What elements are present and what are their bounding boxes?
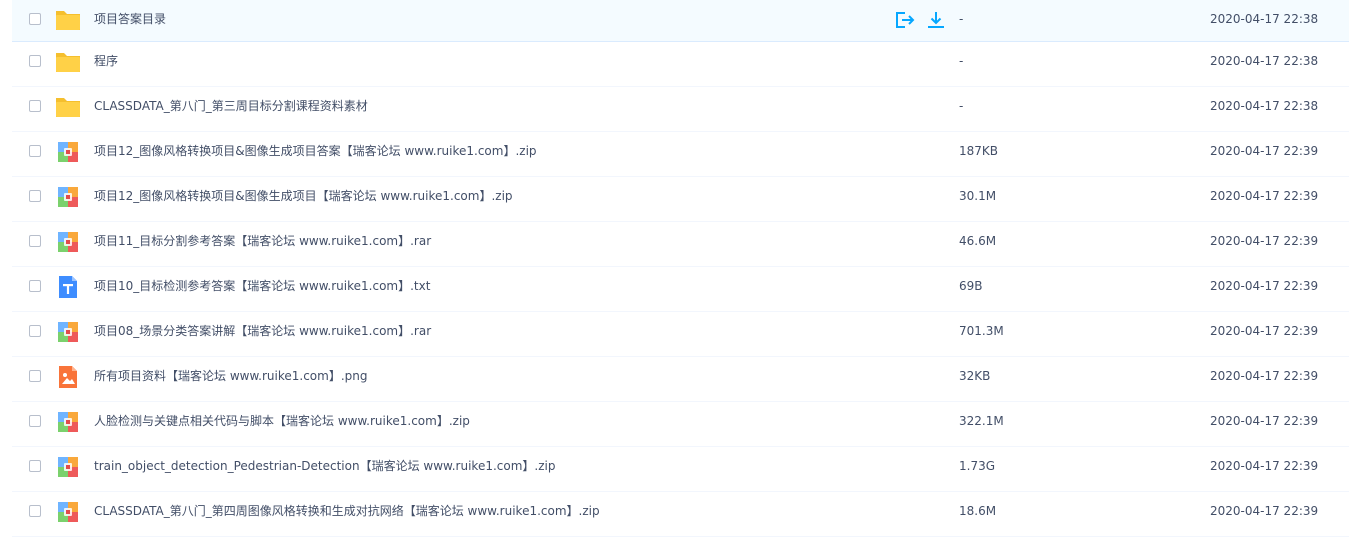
file-row[interactable]: CLASSDATA_第八门_第三周目标分割课程资料素材 - 2020-04-17 2… (12, 87, 1349, 132)
file-modified-date: 2020-04-17 22:39 (1210, 369, 1319, 383)
file-size: 18.6M (959, 504, 997, 518)
file-size: 46.6M (959, 234, 997, 248)
file-name-link[interactable]: 人脸检测与关键点相关代码与脚本【瑞客论坛 www.ruike1.com】.zip (94, 402, 470, 441)
file-list: 项目答案目录 - 2020-04-17 22:38 程序 - 2020-04-17 2… (12, 0, 1349, 537)
file-modified-date: 2020-04-17 22:39 (1210, 504, 1319, 518)
file-size: 187KB (959, 144, 999, 158)
archive-icon (55, 229, 81, 255)
file-size: 701.3M (959, 324, 1004, 338)
archive-icon (55, 319, 81, 345)
select-checkbox[interactable] (29, 235, 41, 247)
file-size: 32KB (959, 369, 991, 383)
file-row[interactable]: 项目答案目录 - 2020-04-17 22:38 (12, 0, 1349, 42)
file-modified-date: 2020-04-17 22:38 (1210, 12, 1319, 26)
file-row[interactable]: 项目08_场景分类答案讲解【瑞客论坛 www.ruike1.com】.rar 70… (12, 312, 1349, 357)
file-name-link[interactable]: train_object_detection_Pedestrian-Detect… (94, 447, 555, 486)
file-name-link[interactable]: 项目12_图像风格转换项目&图像生成项目【瑞客论坛 www.ruike1.com… (94, 177, 513, 216)
file-row[interactable]: 人脸检测与关键点相关代码与脚本【瑞客论坛 www.ruike1.com】.zip… (12, 402, 1349, 447)
select-checkbox[interactable] (29, 55, 41, 67)
file-row[interactable]: 所有项目资料【瑞客论坛 www.ruike1.com】.png 32KB 2020-… (12, 357, 1349, 402)
archive-icon (55, 499, 81, 525)
select-checkbox[interactable] (29, 505, 41, 517)
select-checkbox[interactable] (29, 415, 41, 427)
folder-icon (55, 94, 81, 120)
file-row[interactable]: 程序 - 2020-04-17 22:38 (12, 42, 1349, 87)
file-row[interactable]: 项目12_图像风格转换项目&图像生成项目【瑞客论坛 www.ruike1.com… (12, 177, 1349, 222)
select-checkbox[interactable] (29, 100, 41, 112)
file-modified-date: 2020-04-17 22:39 (1210, 414, 1319, 428)
select-checkbox[interactable] (29, 13, 41, 25)
file-modified-date: 2020-04-17 22:39 (1210, 279, 1319, 293)
file-size: 322.1M (959, 414, 1004, 428)
file-size: - (959, 54, 964, 68)
file-name-link[interactable]: 项目10_目标检测参考答案【瑞客论坛 www.ruike1.com】.txt (94, 267, 430, 306)
file-name-link[interactable]: CLASSDATA_第八门_第三周目标分割课程资料素材 (94, 87, 368, 126)
archive-icon (55, 139, 81, 165)
file-name-link[interactable]: 所有项目资料【瑞客论坛 www.ruike1.com】.png (94, 357, 367, 396)
file-modified-date: 2020-04-17 22:39 (1210, 144, 1319, 158)
file-row[interactable]: 项目12_图像风格转换项目&图像生成项目答案【瑞客论坛 www.ruike1.c… (12, 132, 1349, 177)
select-checkbox[interactable] (29, 325, 41, 337)
file-size: 1.73G (959, 459, 996, 473)
file-row[interactable]: train_object_detection_Pedestrian-Detect… (12, 447, 1349, 492)
archive-icon (55, 409, 81, 435)
file-size: 69B (959, 279, 983, 293)
file-modified-date: 2020-04-17 22:39 (1210, 234, 1319, 248)
select-checkbox[interactable] (29, 280, 41, 292)
file-modified-date: 2020-04-17 22:38 (1210, 54, 1319, 68)
file-name-link[interactable]: 程序 (94, 42, 118, 81)
text-file-icon (55, 274, 81, 300)
select-checkbox[interactable] (29, 370, 41, 382)
select-checkbox[interactable] (29, 460, 41, 472)
file-name-link[interactable]: 项目答案目录 (94, 0, 166, 39)
file-row[interactable]: 项目11_目标分割参考答案【瑞客论坛 www.ruike1.com】.rar 46… (12, 222, 1349, 267)
folder-icon (55, 49, 81, 75)
file-row[interactable]: 项目10_目标检测参考答案【瑞客论坛 www.ruike1.com】.txt 69… (12, 267, 1349, 312)
file-row[interactable]: CLASSDATA_第八门_第四周图像风格转换和生成对抗网络【瑞客论坛 www.… (12, 492, 1349, 537)
file-modified-date: 2020-04-17 22:39 (1210, 324, 1319, 338)
file-modified-date: 2020-04-17 22:38 (1210, 99, 1319, 113)
file-size: - (959, 12, 964, 26)
archive-icon (55, 184, 81, 210)
share-icon[interactable] (893, 10, 915, 30)
download-icon[interactable] (925, 10, 947, 30)
file-size: - (959, 99, 964, 113)
file-name-link[interactable]: 项目11_目标分割参考答案【瑞客论坛 www.ruike1.com】.rar (94, 222, 431, 261)
file-modified-date: 2020-04-17 22:39 (1210, 189, 1319, 203)
file-name-link[interactable]: CLASSDATA_第八门_第四周图像风格转换和生成对抗网络【瑞客论坛 www.… (94, 492, 600, 531)
file-modified-date: 2020-04-17 22:39 (1210, 459, 1319, 473)
file-size: 30.1M (959, 189, 997, 203)
row-actions (893, 10, 947, 30)
folder-icon (55, 7, 81, 33)
file-name-link[interactable]: 项目08_场景分类答案讲解【瑞客论坛 www.ruike1.com】.rar (94, 312, 431, 351)
file-name-link[interactable]: 项目12_图像风格转换项目&图像生成项目答案【瑞客论坛 www.ruike1.c… (94, 132, 537, 171)
image-file-icon (55, 364, 81, 390)
select-checkbox[interactable] (29, 190, 41, 202)
archive-icon (55, 454, 81, 480)
select-checkbox[interactable] (29, 145, 41, 157)
